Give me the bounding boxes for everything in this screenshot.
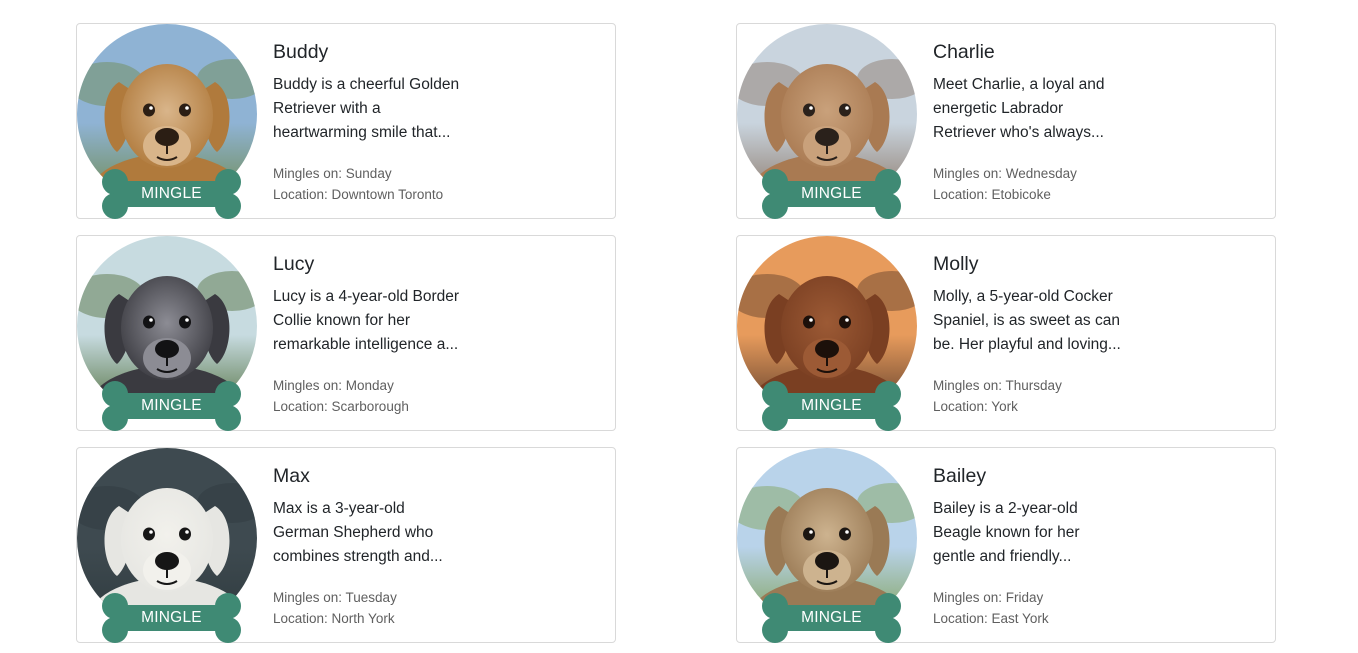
- mingle-button-label: MINGLE: [141, 397, 202, 414]
- mingle-day: Mingles on: Tuesday: [273, 590, 397, 605]
- mingle-button-label: MINGLE: [141, 609, 202, 626]
- dog-location: Location: Downtown Toronto: [273, 187, 444, 202]
- dog-meta: Mingles on: Monday Location: Scarborough: [273, 375, 483, 417]
- dog-description-line: heartwarming smile that...: [273, 124, 451, 141]
- dog-description-line: Max is a 3-year-old: [273, 500, 405, 517]
- dog-description-line: Molly, a 5-year-old Cocker: [933, 288, 1113, 305]
- dog-location: Location: Etobicoke: [933, 187, 1051, 202]
- dog-photo-area: MINGLE: [77, 448, 257, 644]
- dog-description: Bailey is a 2-year-old Beagle known for …: [933, 497, 1143, 569]
- dog-card[interactable]: MINGLE Molly Molly, a 5-year-old Cocker …: [736, 235, 1276, 431]
- dog-info: Molly Molly, a 5-year-old Cocker Spaniel…: [933, 252, 1143, 417]
- dog-card[interactable]: MINGLE Charlie Meet Charlie, a loyal and…: [736, 23, 1276, 219]
- mingle-button[interactable]: MINGLE: [101, 381, 242, 431]
- dog-card[interactable]: MINGLE Max Max is a 3-year-old German Sh…: [76, 447, 616, 643]
- dog-description-line: combines strength and...: [273, 548, 443, 565]
- dog-location: Location: Scarborough: [273, 399, 409, 414]
- dog-name: Lucy: [273, 253, 315, 275]
- dog-info: Lucy Lucy is a 4-year-old Border Collie …: [273, 252, 483, 417]
- dog-description-line: Spaniel, is as sweet as can: [933, 312, 1120, 329]
- dog-description-line: energetic Labrador: [933, 100, 1064, 117]
- dog-info: Charlie Meet Charlie, a loyal and energe…: [933, 40, 1143, 205]
- dog-name: Charlie: [933, 41, 995, 63]
- dog-meta: Mingles on: Thursday Location: York: [933, 375, 1143, 417]
- dog-description-line: German Shepherd who: [273, 524, 434, 541]
- dog-description: Max is a 3-year-old German Shepherd who …: [273, 497, 483, 569]
- mingle-button-label: MINGLE: [141, 185, 202, 202]
- dog-name: Buddy: [273, 41, 329, 63]
- dog-info: Max Max is a 3-year-old German Shepherd …: [273, 464, 483, 629]
- mingle-day: Mingles on: Monday: [273, 378, 394, 393]
- dog-name: Molly: [933, 253, 979, 275]
- dog-description: Meet Charlie, a loyal and energetic Labr…: [933, 73, 1143, 145]
- dog-description-line: Bailey is a 2-year-old: [933, 500, 1078, 517]
- dog-description-line: Retriever who's always...: [933, 124, 1104, 141]
- dog-name: Bailey: [933, 465, 987, 487]
- dog-meta: Mingles on: Sunday Location: Downtown To…: [273, 163, 483, 205]
- dog-meta: Mingles on: Tuesday Location: North York: [273, 587, 483, 629]
- dog-description-line: Retriever with a: [273, 100, 381, 117]
- dog-meta: Mingles on: Friday Location: East York: [933, 587, 1143, 629]
- dog-card-grid: MINGLE Buddy Buddy is a cheerful Golden …: [0, 0, 1358, 653]
- dog-name: Max: [273, 465, 310, 487]
- dog-description-line: Buddy is a cheerful Golden: [273, 76, 460, 93]
- mingle-day: Mingles on: Friday: [933, 590, 1044, 605]
- mingle-button[interactable]: MINGLE: [101, 593, 242, 643]
- mingle-button-label: MINGLE: [801, 185, 862, 202]
- dog-location: Location: North York: [273, 611, 395, 626]
- mingle-day: Mingles on: Wednesday: [933, 166, 1077, 181]
- dog-description-line: Lucy is a 4-year-old Border: [273, 288, 460, 305]
- mingle-button[interactable]: MINGLE: [761, 593, 902, 643]
- dog-description-line: gentle and friendly...: [933, 548, 1072, 565]
- mingle-button-label: MINGLE: [801, 397, 862, 414]
- dog-description-line: Meet Charlie, a loyal and: [933, 76, 1105, 93]
- dog-card[interactable]: MINGLE Lucy Lucy is a 4-year-old Border …: [76, 235, 616, 431]
- dog-description-line: Collie known for her: [273, 312, 410, 329]
- dog-photo-area: MINGLE: [77, 236, 257, 432]
- dog-description: Lucy is a 4-year-old Border Collie known…: [273, 285, 483, 357]
- dog-card[interactable]: MINGLE Bailey Bailey is a 2-year-old Bea…: [736, 447, 1276, 643]
- dog-description-line: remarkable intelligence a...: [273, 336, 459, 353]
- dog-card[interactable]: MINGLE Buddy Buddy is a cheerful Golden …: [76, 23, 616, 219]
- dog-photo-area: MINGLE: [737, 448, 917, 644]
- mingle-button-label: MINGLE: [801, 609, 862, 626]
- dog-meta: Mingles on: Wednesday Location: Etobicok…: [933, 163, 1143, 205]
- mingle-button[interactable]: MINGLE: [101, 169, 242, 219]
- dog-description-line: be. Her playful and loving...: [933, 336, 1121, 353]
- dog-info: Bailey Bailey is a 2-year-old Beagle kno…: [933, 464, 1143, 629]
- dog-location: Location: East York: [933, 611, 1049, 626]
- dog-description: Buddy is a cheerful Golden Retriever wit…: [273, 73, 483, 145]
- dog-photo-area: MINGLE: [737, 24, 917, 220]
- dog-location: Location: York: [933, 399, 1018, 414]
- dog-description-line: Beagle known for her: [933, 524, 1080, 541]
- dog-info: Buddy Buddy is a cheerful Golden Retriev…: [273, 40, 483, 205]
- mingle-day: Mingles on: Sunday: [273, 166, 392, 181]
- mingle-day: Mingles on: Thursday: [933, 378, 1062, 393]
- dog-photo-area: MINGLE: [77, 24, 257, 220]
- dog-photo-area: MINGLE: [737, 236, 917, 432]
- mingle-button[interactable]: MINGLE: [761, 381, 902, 431]
- mingle-button[interactable]: MINGLE: [761, 169, 902, 219]
- dog-description: Molly, a 5-year-old Cocker Spaniel, is a…: [933, 285, 1143, 357]
